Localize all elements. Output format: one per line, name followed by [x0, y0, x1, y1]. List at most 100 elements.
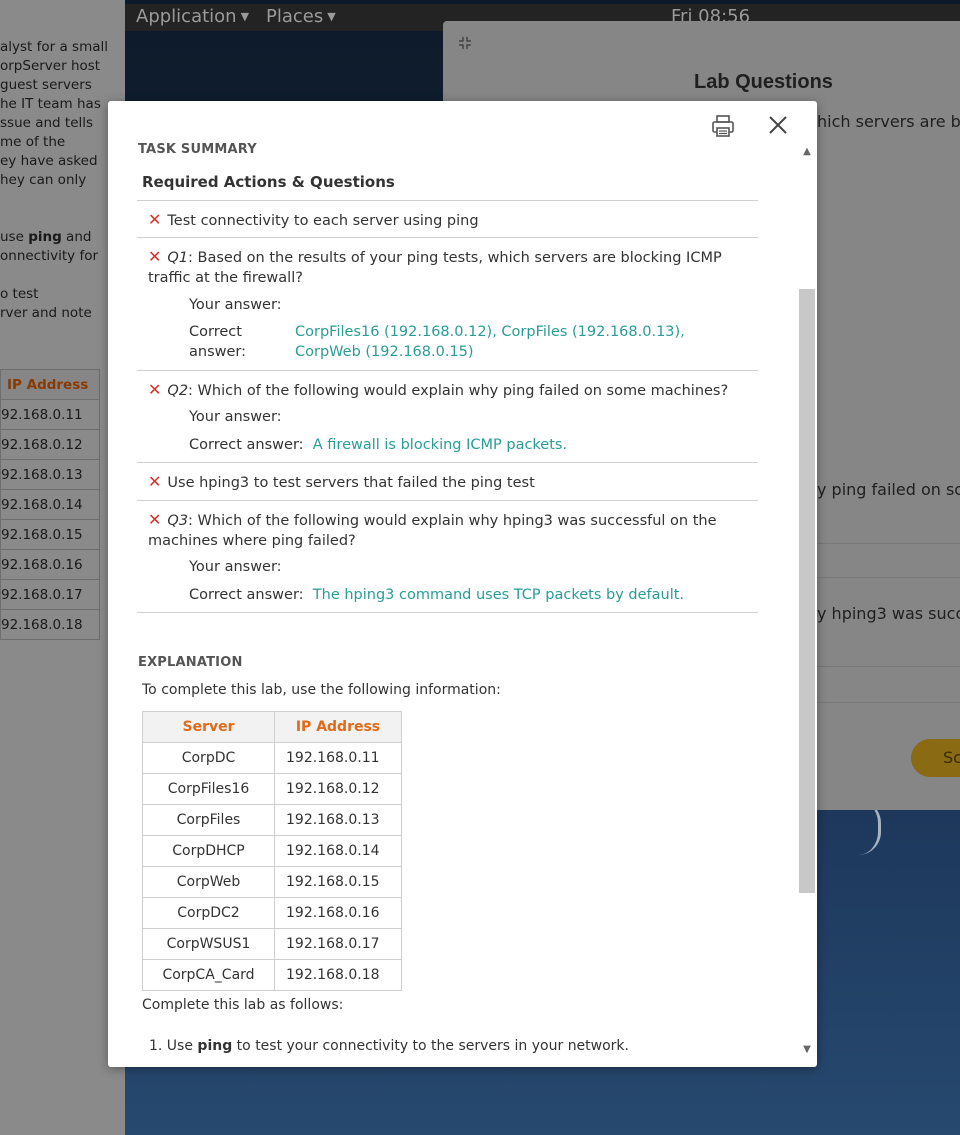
correct-answer-value: CorpFiles16 (192.168.0.12), CorpFiles (1… — [295, 322, 755, 362]
instruction-line — [0, 209, 125, 228]
divider — [817, 543, 960, 544]
question-q3: ✕ Q3: Which of the following would explai… — [148, 510, 738, 551]
instruction-line: he IT team has — [0, 96, 101, 112]
ip-cell: 192.168.0.12 — [274, 773, 402, 805]
close-icon[interactable] — [765, 112, 791, 138]
ip-cell: 192.168.0.16 — [274, 897, 402, 929]
step-1: 1. Use ping to test your connectivity to… — [149, 1038, 629, 1054]
your-answer-row: Your answer: — [189, 407, 749, 427]
ip-cell: 192.168.0.13 — [274, 804, 402, 836]
table-row: CorpCA_Card 192.168.0.18 — [142, 959, 402, 991]
question-text: : Based on the results of your ping test… — [148, 250, 722, 286]
table-row: 92.168.0.17 — [0, 579, 100, 610]
applications-menu-label: Application — [136, 6, 237, 27]
question-fragment: y hping3 was succe — [817, 604, 960, 623]
table-row: 92.168.0.16 — [0, 549, 100, 580]
step-text: to test your connectivity to the servers… — [232, 1038, 629, 1054]
step-command: ping — [197, 1038, 233, 1054]
table-row: CorpDC 192.168.0.11 — [142, 742, 402, 774]
action-text: Use hping3 to test servers that failed t… — [167, 475, 535, 491]
instruction-line — [0, 190, 125, 209]
chevron-down-icon: ▼ — [327, 10, 336, 23]
correct-answer-text: A firewall is blocking ICMP packets. — [312, 437, 568, 453]
correct-answer-text: The hping3 command uses TCP packets by d… — [312, 587, 685, 603]
correct-answer-text: CorpFiles16 (192.168.0.12), CorpFiles (1… — [295, 324, 685, 360]
complete-instructions: Complete this lab as follows: — [142, 997, 344, 1013]
instruction-line: onnectivity for — [0, 248, 99, 264]
table-row: CorpFiles 192.168.0.13 — [142, 804, 402, 836]
instruction-line: rver and note — [0, 305, 92, 321]
table-row: CorpFiles16 192.168.0.12 — [142, 773, 402, 805]
x-mark-icon: ✕ — [148, 210, 162, 229]
ip-cell: 92.168.0.11 — [0, 399, 100, 430]
scroll-down-icon[interactable]: ▼ — [800, 1043, 814, 1057]
table-row: 92.168.0.15 — [0, 519, 100, 550]
instruction-line: use ping and — [0, 229, 92, 245]
required-action-item: ✕ Test connectivity to each server using … — [148, 210, 758, 231]
step-text: 1. Use — [149, 1038, 198, 1054]
correct-label-line: answer: — [189, 344, 247, 360]
table-row: 92.168.0.13 — [0, 459, 100, 490]
instruction-line — [0, 266, 125, 285]
correct-label-line: Correct — [189, 324, 242, 340]
server-cell: CorpFiles — [142, 804, 275, 836]
ip-cell: 192.168.0.11 — [274, 742, 402, 774]
table-row: 92.168.0.12 — [0, 429, 100, 460]
action-text: Test connectivity to each server using p… — [167, 213, 479, 229]
divider — [817, 577, 960, 578]
places-menu-label: Places — [266, 6, 324, 27]
table-row: CorpWSUS1 192.168.0.17 — [142, 928, 402, 960]
instruction-line: orpServer host — [0, 58, 101, 74]
question-text: : Which of the following would explain w… — [148, 513, 717, 549]
x-mark-icon: ✕ — [148, 510, 162, 529]
correct-answer-label: Correct answer: — [189, 322, 295, 362]
required-action-item: ✕ Use hping3 to test servers that failed … — [148, 472, 758, 493]
your-answer-label: Your answer: — [189, 297, 282, 313]
x-mark-icon: ✕ — [148, 247, 162, 266]
table-header-ip: IP Address — [274, 711, 402, 743]
ip-cell: 92.168.0.18 — [0, 609, 100, 640]
server-cell: CorpFiles16 — [142, 773, 275, 805]
scroll-up-icon[interactable]: ▲ — [800, 145, 814, 159]
task-summary-heading: TASK SUMMARY — [138, 142, 257, 157]
chevron-down-icon: ▼ — [240, 10, 250, 23]
table-row: CorpDHCP 192.168.0.14 — [142, 835, 402, 867]
instruction-line: ey have asked — [0, 153, 98, 169]
server-cell: CorpWSUS1 — [142, 928, 275, 960]
ip-cell: 92.168.0.14 — [0, 489, 100, 520]
question-q2: ✕ Q2: Which of the following would explai… — [148, 380, 758, 401]
correct-answer-row: Correct answer: A firewall is blocking I… — [189, 435, 749, 455]
ip-cell: 92.168.0.17 — [0, 579, 100, 610]
applications-menu[interactable]: Application ▼ — [136, 6, 249, 27]
question-number: Q3 — [167, 513, 189, 529]
table-row: 92.168.0.11 — [0, 399, 100, 430]
ip-cell: 92.168.0.13 — [0, 459, 100, 490]
ip-cell: 92.168.0.12 — [0, 429, 100, 460]
server-cell: CorpDC — [142, 742, 275, 774]
table-row: CorpWeb 192.168.0.15 — [142, 866, 402, 898]
server-ip-table: Server IP Address CorpDC 192.168.0.11 Corp… — [142, 711, 402, 991]
divider — [137, 612, 758, 613]
your-answer-row: Your answer: — [189, 557, 749, 577]
question-fragment: y ping failed on sor — [817, 480, 960, 499]
places-menu[interactable]: Places ▼ — [266, 6, 336, 27]
score-button[interactable]: Sc — [911, 739, 960, 777]
required-actions-heading: Required Actions & Questions — [142, 173, 395, 191]
instruction-line: guest servers — [0, 77, 92, 93]
x-mark-icon: ✕ — [148, 380, 162, 399]
dialog-scrollbar[interactable]: ▲ ▼ — [797, 141, 817, 1061]
printer-icon[interactable] — [710, 114, 736, 138]
correct-answer-row: Correct answer: The hping3 command uses … — [189, 585, 749, 605]
divider — [137, 370, 758, 371]
divider — [137, 200, 758, 201]
ip-cell: 192.168.0.17 — [274, 928, 402, 960]
lab-instructions-pane: alyst for a small orpServer host guest ser… — [0, 0, 125, 1135]
collapse-icon[interactable] — [457, 35, 473, 55]
your-answer-label: Your answer: — [189, 409, 282, 425]
ip-cell: 192.168.0.15 — [274, 866, 402, 898]
instruction-line: hey can only — [0, 172, 87, 188]
scrollbar-thumb[interactable] — [799, 289, 815, 893]
server-cell: CorpDHCP — [142, 835, 275, 867]
correct-answer-label: Correct answer: — [189, 437, 304, 453]
divider — [137, 500, 758, 501]
